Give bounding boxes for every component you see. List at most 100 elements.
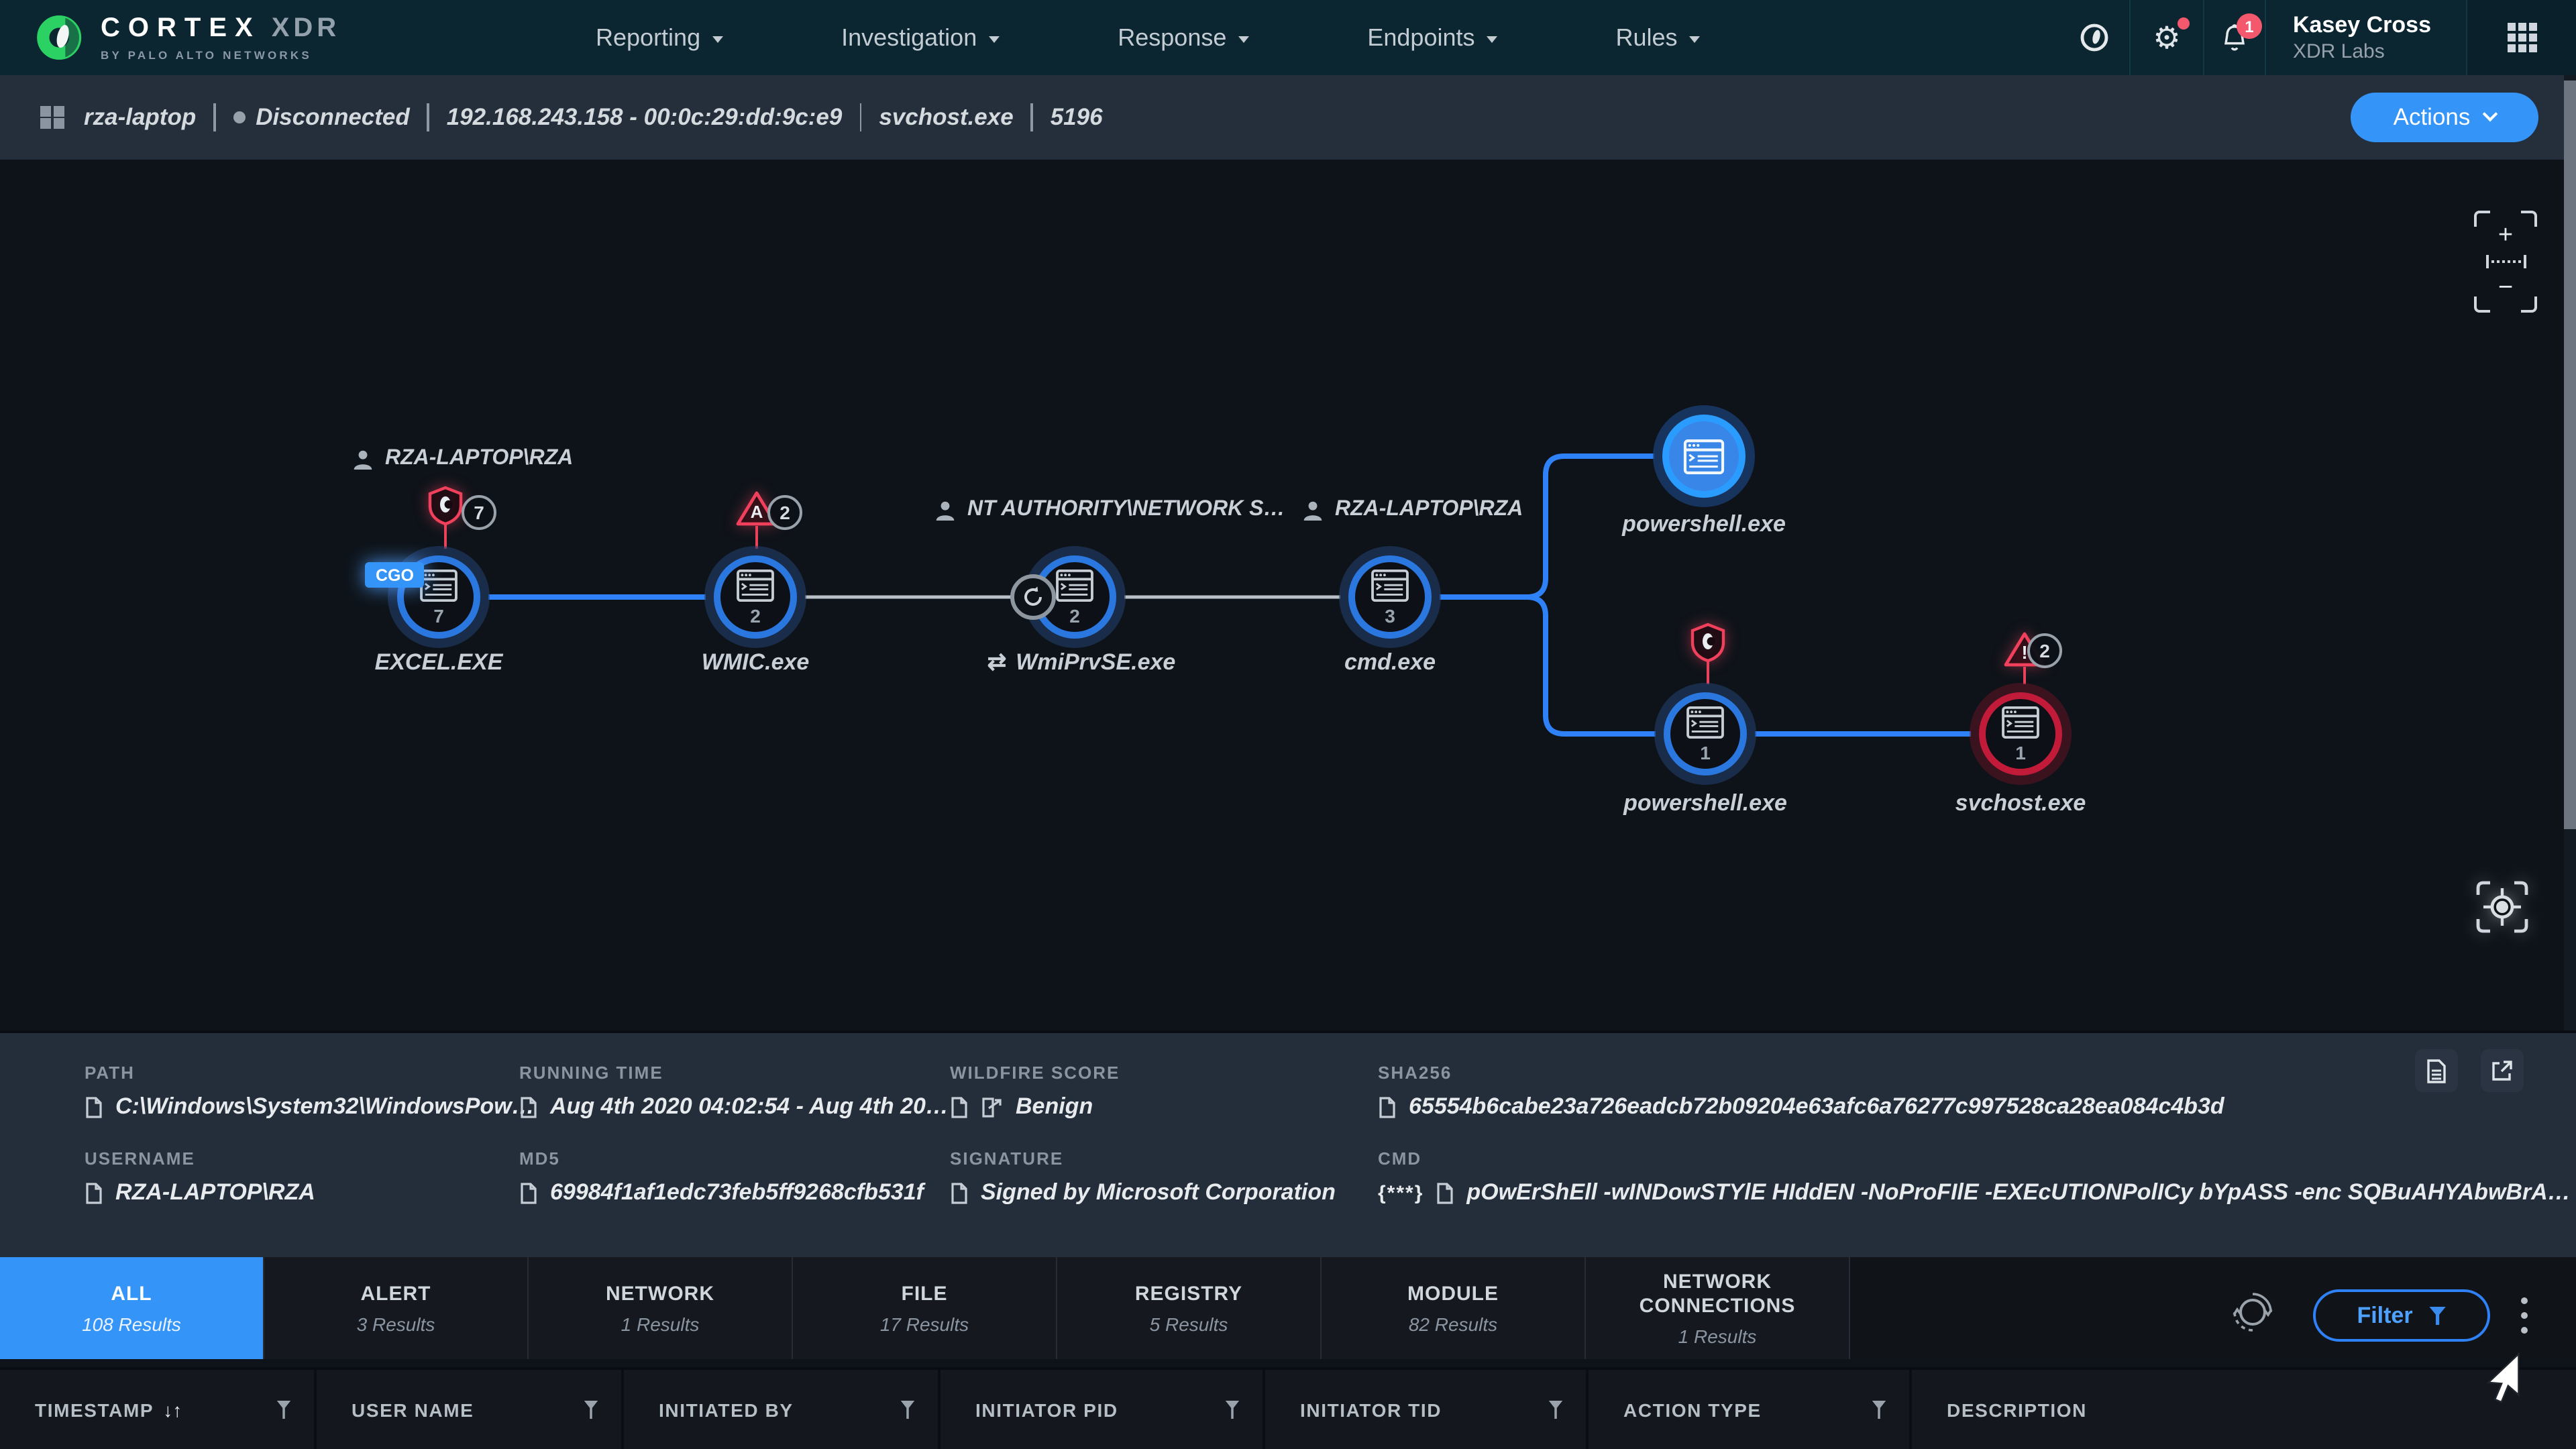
person-icon: [935, 500, 955, 520]
svg-text:A: A: [751, 502, 763, 522]
report-button[interactable]: [2415, 1049, 2458, 1092]
settings-alert-dot: [2178, 17, 2190, 30]
sort-icon[interactable]: ↓↑: [163, 1399, 182, 1420]
column-timestamp[interactable]: TIMESTAMP ↓↑: [0, 1370, 317, 1449]
column-filter-icon[interactable]: [1225, 1400, 1240, 1419]
tab-file[interactable]: FILE17 Results: [793, 1257, 1057, 1359]
event-count: 2: [1069, 606, 1080, 625]
copy-icon[interactable]: [85, 1095, 103, 1118]
node-label: powershell.exe: [1622, 511, 1786, 538]
column-filter-icon[interactable]: [584, 1400, 598, 1419]
help-hub-icon[interactable]: [2059, 0, 2129, 75]
menu-investigation[interactable]: Investigation: [782, 23, 1059, 52]
zoom-fit-button[interactable]: [2485, 255, 2526, 268]
event-count: 2: [750, 606, 761, 625]
causality-graph-canvas[interactable]: RZA-LAPTOP\RZA NT AUTHORITY\NETWORK S… R…: [0, 160, 2576, 1030]
event-count: 1: [2015, 743, 2026, 762]
center-graph-button[interactable]: [2473, 877, 2532, 936]
process-node-powershell-2[interactable]: 1: [1664, 692, 1747, 775]
chevron-down-icon: [712, 36, 723, 42]
node-label: svchost.exe: [1955, 790, 2086, 817]
column-action-type[interactable]: ACTION TYPE: [1589, 1370, 1912, 1449]
settings-button[interactable]: ⚙: [2129, 0, 2203, 75]
column-filter-icon[interactable]: [276, 1400, 291, 1419]
cortex-xdr-app: CORTEX XDR BY PALO ALTO NETWORKS Reporti…: [0, 0, 2576, 1449]
process-node-powershell-selected[interactable]: [1662, 415, 1746, 498]
brand-name: CORTEX: [101, 13, 261, 44]
results-table-header: TIMESTAMP ↓↑ USER NAME INITIATED BY INIT…: [0, 1367, 2576, 1449]
gear-icon: ⚙: [2153, 22, 2180, 53]
brand-product: XDR: [272, 13, 340, 44]
rpc-link-badge[interactable]: [1010, 574, 1056, 620]
column-filter-icon[interactable]: [1872, 1400, 1886, 1419]
external-link-icon: [2490, 1059, 2514, 1083]
zoom-in-button[interactable]: +: [2498, 223, 2513, 248]
tab-module[interactable]: MODULE82 Results: [1322, 1257, 1586, 1359]
open-in-new-window-button[interactable]: [2481, 1049, 2524, 1092]
column-initiator-tid[interactable]: INITIATOR TID: [1265, 1370, 1589, 1449]
filter-button[interactable]: Filter: [2313, 1289, 2490, 1342]
tab-network-connections[interactable]: NETWORK CONNECTIONS1 Results: [1586, 1257, 1850, 1359]
cortex-ring-icon: [2078, 21, 2110, 54]
variables-badge[interactable]: {***}: [1378, 1181, 1424, 1204]
prevention-shield-icon[interactable]: [1690, 623, 1725, 669]
event-count: 7: [433, 606, 444, 625]
alert-count-badge[interactable]: 2: [2027, 633, 2062, 668]
tab-network[interactable]: NETWORK1 Results: [529, 1257, 793, 1359]
graph-edges: [0, 160, 2576, 1030]
node-label: WMIC.exe: [702, 649, 810, 676]
user-menu[interactable]: Kasey Cross XDR Labs: [2265, 0, 2466, 75]
top-nav: CORTEX XDR BY PALO ALTO NETWORKS Reporti…: [0, 0, 2576, 75]
event-count: 3: [1385, 606, 1395, 625]
field-path: PATH C:\Windows\System32\WindowsPow…: [85, 1063, 535, 1120]
process-node-svchost[interactable]: 1: [1979, 692, 2062, 775]
copy-icon[interactable]: [1436, 1181, 1454, 1204]
alert-count-badge[interactable]: 2: [767, 495, 802, 530]
column-description[interactable]: DESCRIPTION: [1912, 1370, 2576, 1449]
copy-icon[interactable]: [950, 1181, 969, 1204]
field-cmd: CMD {***} pOwErShEll -wINDowSTYlE HIddEN…: [1378, 1148, 2571, 1206]
copy-icon[interactable]: [1378, 1095, 1397, 1118]
process-node-cmd[interactable]: 3: [1348, 555, 1432, 639]
column-initiated-by[interactable]: INITIATED BY: [624, 1370, 941, 1449]
app-switcher-button[interactable]: [2466, 0, 2576, 75]
alert-count-badge[interactable]: 7: [462, 495, 496, 530]
copy-icon[interactable]: [519, 1095, 538, 1118]
column-user-name[interactable]: USER NAME: [317, 1370, 624, 1449]
apps-grid-icon: [2507, 23, 2536, 52]
chevron-down-icon: [989, 36, 1000, 42]
field-signature: SIGNATURE Signed by Microsoft Corporatio…: [950, 1148, 1336, 1206]
copy-icon[interactable]: [950, 1095, 969, 1118]
zoom-out-button[interactable]: −: [2498, 275, 2513, 301]
user-label: NT AUTHORITY\NETWORK S…: [935, 498, 1285, 522]
report-submit-icon[interactable]: [981, 1095, 1004, 1118]
host-name: rza-laptop: [84, 103, 196, 131]
menu-endpoints[interactable]: Endpoints: [1308, 23, 1556, 52]
copy-icon[interactable]: [519, 1181, 538, 1204]
refresh-results-button[interactable]: [2231, 1291, 2274, 1340]
tab-registry[interactable]: REGISTRY5 Results: [1057, 1257, 1322, 1359]
vertical-scrollbar-thumb[interactable]: [2564, 80, 2576, 829]
chevron-down-icon: [1238, 36, 1249, 42]
menu-rules[interactable]: Rules: [1557, 23, 1760, 52]
notifications-button[interactable]: 1: [2203, 0, 2265, 75]
prevention-shield-icon[interactable]: [428, 486, 463, 533]
menu-response[interactable]: Response: [1059, 23, 1308, 52]
crosshair-icon: [2473, 877, 2532, 936]
endpoint-breadcrumb: rza-laptop Disconnected 192.168.243.158 …: [84, 103, 1103, 131]
column-filter-icon[interactable]: [1548, 1400, 1563, 1419]
column-filter-icon[interactable]: [900, 1400, 915, 1419]
copy-icon[interactable]: [85, 1181, 103, 1204]
table-options-menu[interactable]: [2516, 1287, 2532, 1343]
field-sha256: SHA256 65554b6cabe23a726eadcb72b09204e63…: [1378, 1063, 2224, 1120]
actions-button[interactable]: Actions: [2351, 93, 2538, 142]
field-running-time: RUNNING TIME Aug 4th 2020 04:02:54 - Aug…: [519, 1063, 949, 1120]
menu-reporting[interactable]: Reporting: [537, 23, 782, 52]
process-node-wmic[interactable]: 2: [714, 555, 797, 639]
user-label: RZA-LAPTOP\RZA: [353, 447, 573, 471]
user-label: RZA-LAPTOP\RZA: [1303, 498, 1523, 522]
column-initiator-pid[interactable]: INITIATOR PID: [941, 1370, 1265, 1449]
tab-alert[interactable]: ALERT3 Results: [264, 1257, 529, 1359]
brand-logo[interactable]: CORTEX XDR BY PALO ALTO NETWORKS: [0, 8, 340, 67]
tab-all[interactable]: ALL108 Results: [0, 1257, 264, 1359]
